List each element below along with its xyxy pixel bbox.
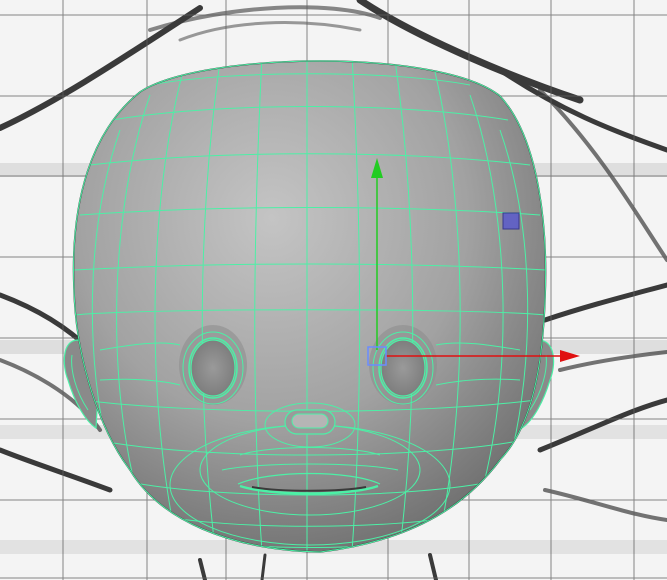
plane-handle[interactable] — [502, 212, 520, 230]
nose[interactable] — [284, 409, 336, 435]
eye-left[interactable] — [182, 331, 244, 405]
head-mesh[interactable] — [72, 52, 547, 555]
viewport-canvas[interactable] — [0, 0, 667, 580]
modeling-viewport[interactable] — [0, 0, 667, 580]
eye-right[interactable] — [372, 331, 434, 405]
